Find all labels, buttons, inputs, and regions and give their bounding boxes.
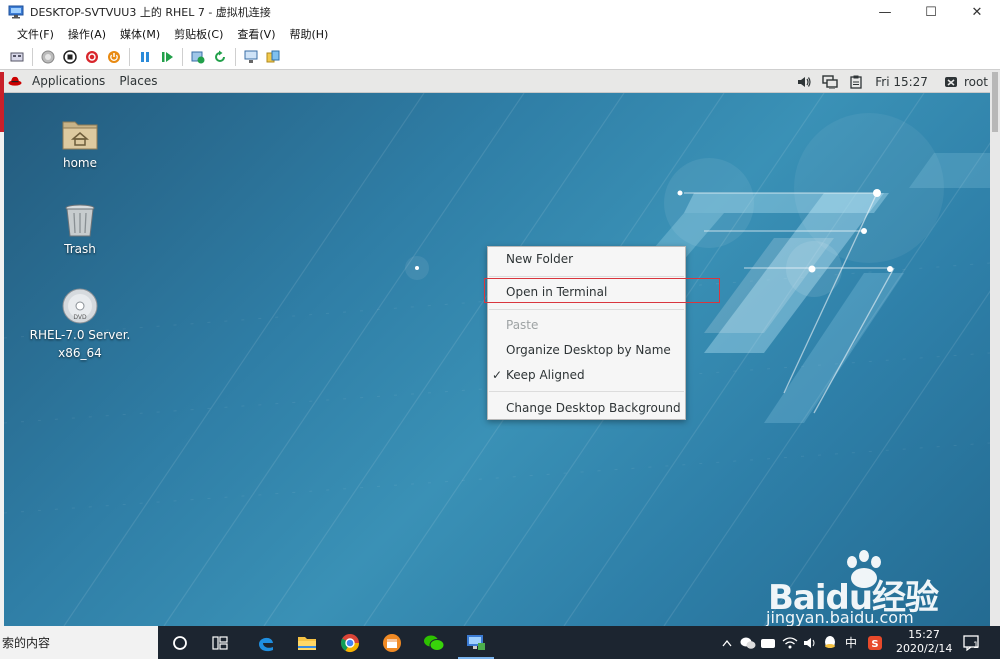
vm-scrollbar[interactable] — [990, 70, 1000, 626]
close-button[interactable]: ✕ — [954, 0, 1000, 24]
sogou-icon[interactable]: S — [864, 626, 886, 659]
vm-connection-icon — [8, 5, 24, 19]
edge-icon[interactable] — [246, 626, 286, 659]
calendar-app-icon[interactable] — [372, 626, 412, 659]
highlight-box — [484, 278, 720, 303]
menu-bar: 文件(F) 操作(A) 媒体(M) 剪贴板(C) 查看(V) 帮助(H) — [0, 24, 1000, 44]
gnome-top-bar: Applications Places Fri 15:27 root — [4, 70, 990, 93]
toolbar-separator — [235, 47, 236, 66]
turn-off-icon[interactable] — [62, 49, 78, 65]
window-titlebar: DESKTOP-SVTVUU3 上的 RHEL 7 - 虚拟机连接 — ☐ ✕ — [0, 0, 1000, 24]
qq-icon[interactable] — [820, 626, 840, 659]
hyperv-taskbar-icon[interactable] — [456, 626, 496, 659]
maximize-button[interactable]: ☐ — [908, 0, 954, 24]
taskbar-time: 15:27 — [908, 628, 940, 641]
checkmark-icon: ✓ — [492, 368, 503, 382]
toolbar-separator — [32, 47, 33, 66]
tray-app-icon[interactable] — [758, 626, 778, 659]
start-icon[interactable] — [40, 49, 56, 65]
resume-icon[interactable] — [159, 49, 175, 65]
toolbar — [0, 44, 1000, 70]
taskbar-clock[interactable]: 15:27 2020/2/14 — [896, 628, 952, 656]
scrollbar-thumb[interactable] — [992, 72, 998, 132]
keep-aligned-label: Keep Aligned — [506, 368, 585, 382]
window-title: DESKTOP-SVTVUU3 上的 RHEL 7 - 虚拟机连接 — [30, 6, 271, 19]
dvd-label-line2: x86_64 — [58, 346, 102, 360]
toolbar-separator — [129, 47, 130, 66]
shutdown-icon[interactable] — [84, 49, 100, 65]
menu-item-paste: Paste — [506, 318, 539, 332]
applications-menu[interactable]: Applications — [32, 74, 105, 88]
svg-text:S: S — [871, 639, 878, 650]
menu-separator — [489, 309, 684, 310]
clipboard-icon[interactable] — [848, 74, 864, 90]
baidu-watermark: Baidu经验 jingyan.baidu.com — [760, 550, 960, 627]
cortana-icon[interactable] — [160, 626, 200, 659]
watermark-site: jingyan.baidu.com — [766, 608, 914, 627]
desktop-context-menu: New Folder Open in Terminal Paste Organi… — [487, 246, 686, 420]
places-menu[interactable]: Places — [119, 74, 157, 88]
network-icon[interactable] — [822, 74, 838, 90]
home-folder-icon — [62, 121, 98, 150]
revert-icon[interactable] — [212, 49, 228, 65]
user-menu[interactable]: root — [964, 75, 988, 89]
notification-center-icon[interactable]: 1 — [960, 626, 984, 659]
desktop-icon-home[interactable]: home — [20, 114, 140, 172]
minimize-button[interactable]: — — [862, 0, 908, 24]
chrome-icon[interactable] — [330, 626, 370, 659]
menu-action[interactable]: 操作(A) — [68, 26, 106, 42]
volume-icon[interactable] — [796, 74, 812, 90]
ctrl-alt-del-icon[interactable] — [9, 49, 25, 65]
session-icon[interactable] — [943, 74, 959, 90]
ime-indicator[interactable]: 中 — [842, 626, 860, 659]
file-explorer-icon[interactable] — [287, 626, 327, 659]
windows-taskbar: 索的内容 中 S 15:27 2020/2/14 1 — [0, 626, 1000, 659]
menu-item-new-folder[interactable]: New Folder — [488, 247, 685, 271]
tray-wechat-icon[interactable] — [738, 626, 758, 659]
svg-text:DVD: DVD — [73, 314, 87, 321]
taskbar-search-box[interactable]: 索的内容 — [0, 626, 158, 659]
notification-count: 1 — [973, 641, 979, 651]
menu-item-keep-aligned[interactable]: ✓ Keep Aligned — [488, 363, 685, 387]
redhat-icon — [8, 76, 22, 86]
dvd-label-line1: RHEL-7.0 Server. — [29, 328, 131, 342]
checkpoint-icon[interactable] — [190, 49, 206, 65]
menu-clipboard[interactable]: 剪贴板(C) — [174, 26, 223, 42]
taskbar-date: 2020/2/14 — [896, 642, 953, 655]
tray-volume-icon[interactable] — [800, 626, 820, 659]
pause-icon[interactable] — [137, 49, 153, 65]
menu-help[interactable]: 帮助(H) — [289, 26, 328, 42]
menu-separator — [489, 276, 684, 277]
power-icon[interactable] — [106, 49, 122, 65]
desktop-icon-dvd[interactable]: DVD RHEL-7.0 Server. x86_64 — [20, 286, 140, 362]
enhanced-session-icon[interactable] — [243, 49, 259, 65]
menu-media[interactable]: 媒体(M) — [120, 26, 160, 42]
wifi-icon[interactable] — [780, 626, 800, 659]
clock[interactable]: Fri 15:27 — [875, 75, 928, 89]
toolbar-separator — [182, 47, 183, 66]
wechat-icon[interactable] — [414, 626, 454, 659]
share-icon[interactable] — [265, 49, 281, 65]
trash-label: Trash — [64, 242, 96, 256]
desktop-icon-trash[interactable]: Trash — [20, 200, 140, 258]
home-label: home — [62, 156, 98, 170]
menu-file[interactable]: 文件(F) — [17, 26, 54, 42]
menu-view[interactable]: 查看(V) — [237, 26, 275, 42]
trash-icon — [65, 204, 95, 237]
dvd-disc-icon: DVD — [62, 288, 98, 324]
search-text: 索的内容 — [2, 636, 51, 650]
task-view-icon[interactable] — [200, 626, 240, 659]
tray-chevron-icon[interactable] — [718, 626, 736, 659]
menu-item-change-background[interactable]: Change Desktop Background — [488, 396, 685, 420]
menu-separator — [489, 391, 684, 392]
menu-item-organize-desktop[interactable]: Organize Desktop by Name — [488, 338, 685, 362]
